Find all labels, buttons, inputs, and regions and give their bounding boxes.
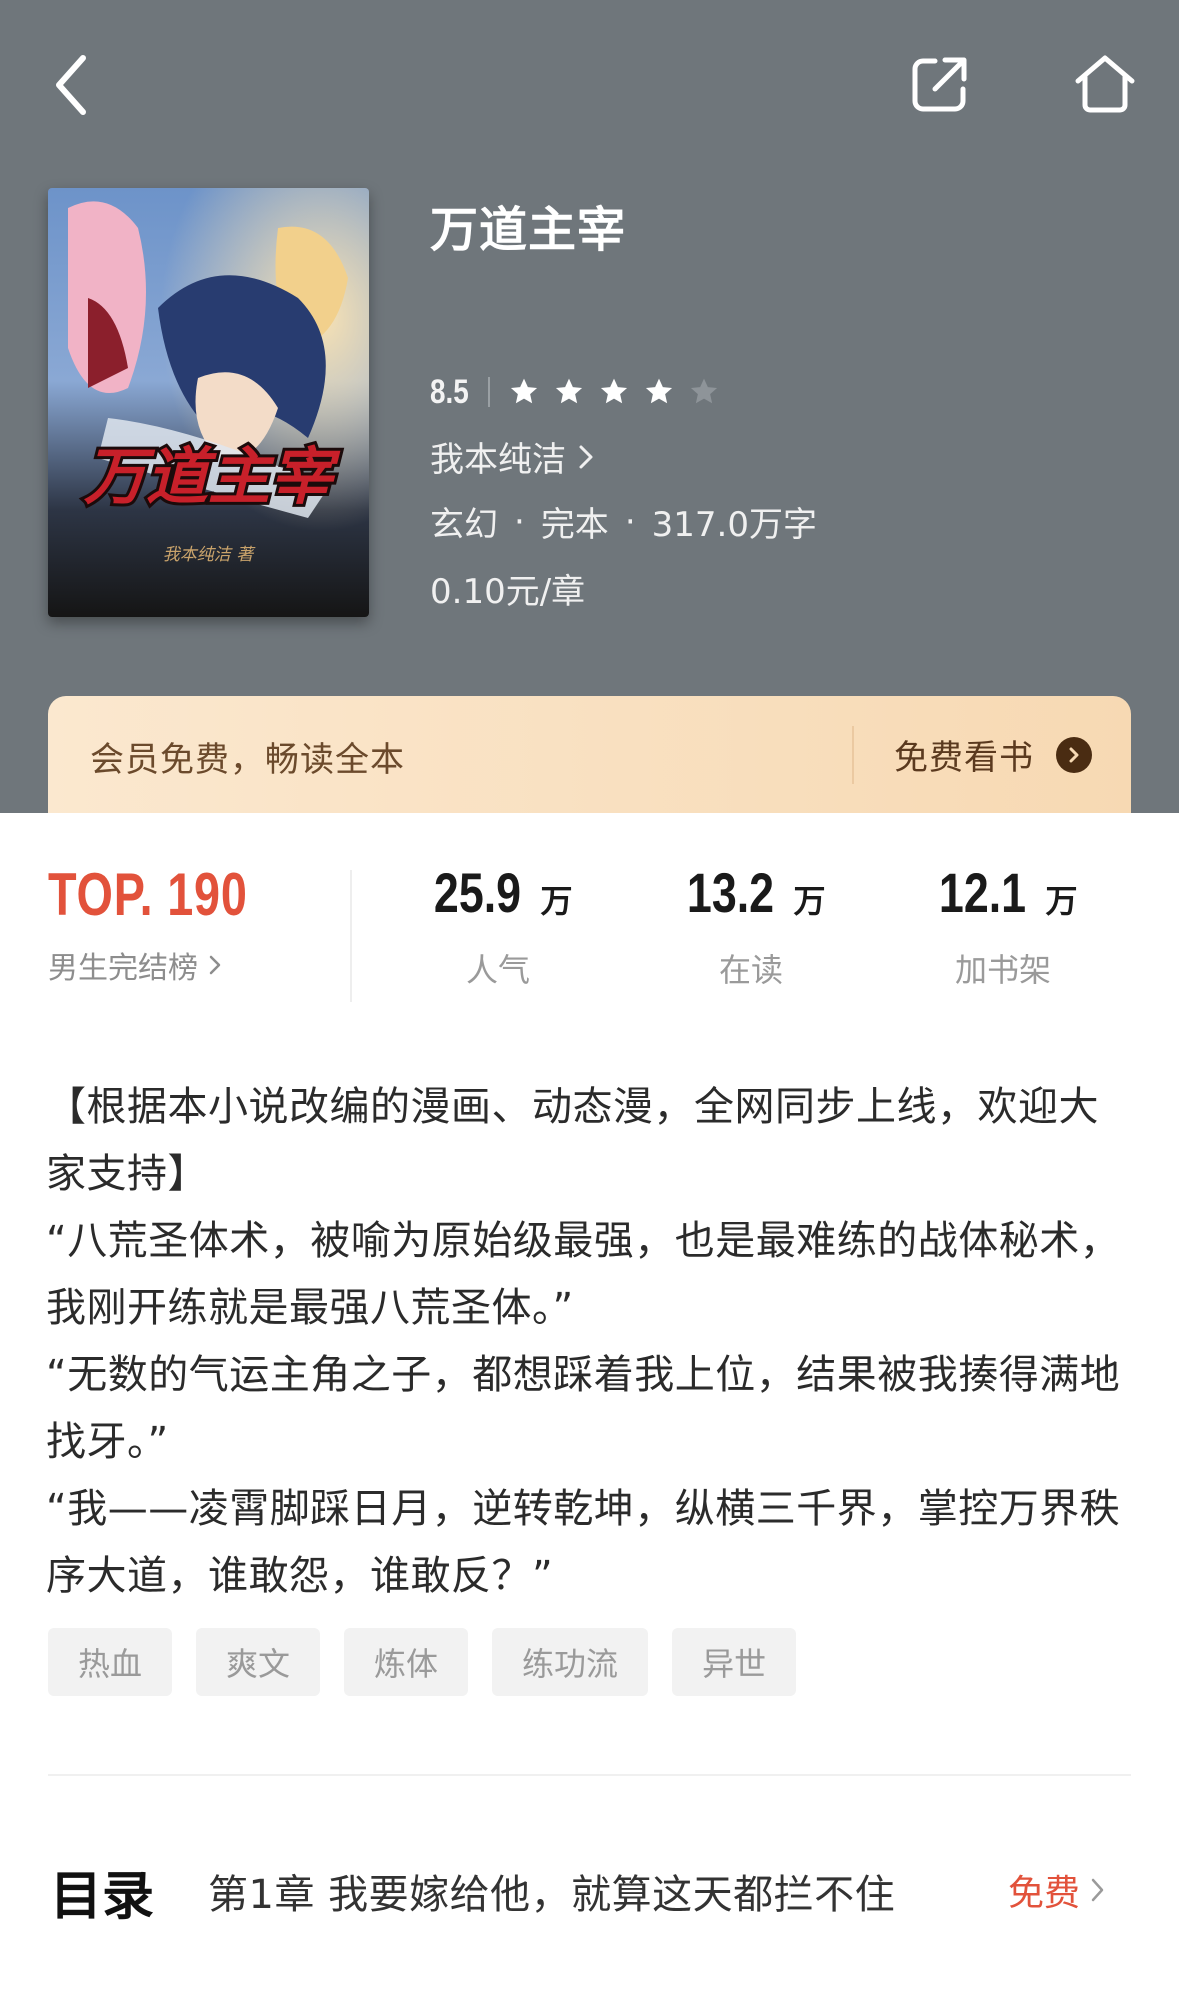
word-count: 317.0万字 bbox=[651, 505, 817, 545]
separator-dot: · bbox=[514, 501, 525, 542]
rank-link[interactable]: TOP. 190 男生完结榜 bbox=[48, 860, 348, 987]
tag[interactable]: 异世 bbox=[672, 1628, 797, 1696]
rating-score: 8.5 bbox=[430, 372, 469, 411]
tag[interactable]: 热血 bbox=[48, 1628, 173, 1696]
section-divider bbox=[48, 1774, 1131, 1776]
tag[interactable]: 练功流 bbox=[492, 1628, 649, 1696]
popularity-label: 人气 bbox=[465, 951, 530, 989]
toc-title: 目录 bbox=[50, 1867, 155, 1927]
author-link[interactable]: 我本纯洁 bbox=[430, 432, 598, 481]
genre: 玄幻 bbox=[430, 505, 498, 545]
free-read-label: 免费看书 bbox=[894, 738, 1034, 778]
chevron-right-icon bbox=[209, 955, 221, 975]
description-paragraph: “我——凌霄脚踩日月，逆转乾坤，纵横三千界，掌控万界秩序大道，谁敢怨，谁敢反？” bbox=[46, 1486, 1121, 1599]
svg-text:万道主宰: 万道主宰 bbox=[84, 440, 341, 513]
popularity-value: 25.9 bbox=[434, 861, 522, 924]
tag[interactable]: 炼体 bbox=[344, 1628, 469, 1696]
book-description[interactable]: 【根据本小说改编的漫画、动态漫，全网同步上线，欢迎大家支持】 “八荒圣体术，被喻… bbox=[46, 1074, 1136, 1610]
description-paragraph: “八荒圣体术，被喻为原始级最强，也是最难练的战体秘术，我刚开练就是最强八荒圣体。… bbox=[46, 1218, 1121, 1331]
rating-divider bbox=[488, 377, 490, 407]
price: 0.10元/章 bbox=[430, 572, 586, 612]
chevron-right-icon bbox=[579, 445, 593, 468]
free-label: 免费 bbox=[1008, 1873, 1081, 1914]
cover-illustration: 万道主宰 万道主宰 我本纯洁 著 bbox=[48, 188, 369, 617]
book-title: 万道主宰 bbox=[430, 202, 627, 258]
rank-value: TOP. 190 bbox=[48, 861, 248, 928]
share-icon bbox=[912, 57, 967, 112]
vip-text: 会员免费，畅读全本 bbox=[90, 740, 405, 780]
separator-dot: · bbox=[624, 501, 636, 542]
chevron-left-icon bbox=[56, 55, 86, 115]
table-of-contents-row[interactable]: 目录 第1章 我要嫁给他，就算这天都拦不住 免费 bbox=[0, 1840, 1179, 1930]
tag[interactable]: 爽文 bbox=[196, 1628, 321, 1696]
shelf-label: 加书架 bbox=[954, 951, 1051, 989]
tag-list: 热血 爽文 炼体 练功流 异世 bbox=[48, 1628, 797, 1696]
status: 完本 bbox=[540, 505, 609, 545]
star-icon bbox=[555, 378, 583, 404]
free-badge: 免费 bbox=[1008, 1864, 1108, 1916]
description-paragraph: “无数的气运主角之子，都想踩着我上位，结果被我揍得满地找牙。” bbox=[46, 1352, 1121, 1465]
reading-label: 在读 bbox=[718, 951, 783, 989]
star-rating bbox=[508, 376, 720, 408]
chevron-right-icon bbox=[1091, 1878, 1104, 1902]
vip-divider bbox=[852, 726, 854, 784]
description-paragraph: 【根据本小说改编的漫画、动态漫，全网同步上线，欢迎大家支持】 bbox=[46, 1084, 1099, 1197]
shelf-value: 12.1 bbox=[939, 861, 1027, 924]
home-button[interactable] bbox=[1064, 44, 1146, 124]
share-button[interactable] bbox=[900, 44, 980, 124]
rank-list-name: 男生完结榜 bbox=[48, 951, 198, 986]
stats-divider bbox=[350, 870, 352, 1002]
reading-unit: 万 bbox=[793, 882, 826, 920]
reading-value: 13.2 bbox=[687, 861, 775, 924]
book-cover[interactable]: 万道主宰 万道主宰 我本纯洁 著 bbox=[48, 188, 369, 617]
first-chapter-title: 第1章 我要嫁给他，就算这天都拦不住 bbox=[208, 1872, 896, 1918]
book-meta: 玄幻 · 完本 · 317.0万字 bbox=[430, 497, 817, 546]
stats-row: TOP. 190 男生完结榜 25.9 万 人气 13.2 万 在读 12.1 … bbox=[0, 860, 1179, 1010]
rating-row: 8.5 bbox=[430, 370, 720, 414]
stat-shelf: 12.1 万 加书架 bbox=[893, 860, 1113, 991]
star-empty-icon bbox=[690, 378, 718, 404]
arrow-right-circle-icon bbox=[1056, 736, 1092, 773]
book-header: 万道主宰 万道主宰 我本纯洁 著 万道主宰 8.5 我本纯洁 玄幻 · 完本 ·… bbox=[0, 0, 1179, 813]
home-icon bbox=[1075, 55, 1135, 113]
author-name: 我本纯洁 bbox=[430, 440, 566, 480]
stat-reading: 13.2 万 在读 bbox=[641, 860, 861, 991]
stat-popularity: 25.9 万 人气 bbox=[388, 860, 608, 991]
shelf-unit: 万 bbox=[1045, 882, 1078, 920]
star-icon bbox=[600, 378, 628, 404]
free-read-button[interactable]: 免费看书 bbox=[894, 730, 1092, 779]
svg-text:我本纯洁 著: 我本纯洁 著 bbox=[163, 545, 256, 565]
back-button[interactable] bbox=[36, 40, 106, 130]
popularity-unit: 万 bbox=[540, 882, 573, 920]
vip-banner[interactable]: 会员免费，畅读全本 免费看书 bbox=[48, 696, 1131, 813]
star-icon bbox=[510, 378, 538, 404]
star-icon bbox=[645, 378, 673, 404]
rank-label: 男生完结榜 bbox=[48, 943, 348, 987]
